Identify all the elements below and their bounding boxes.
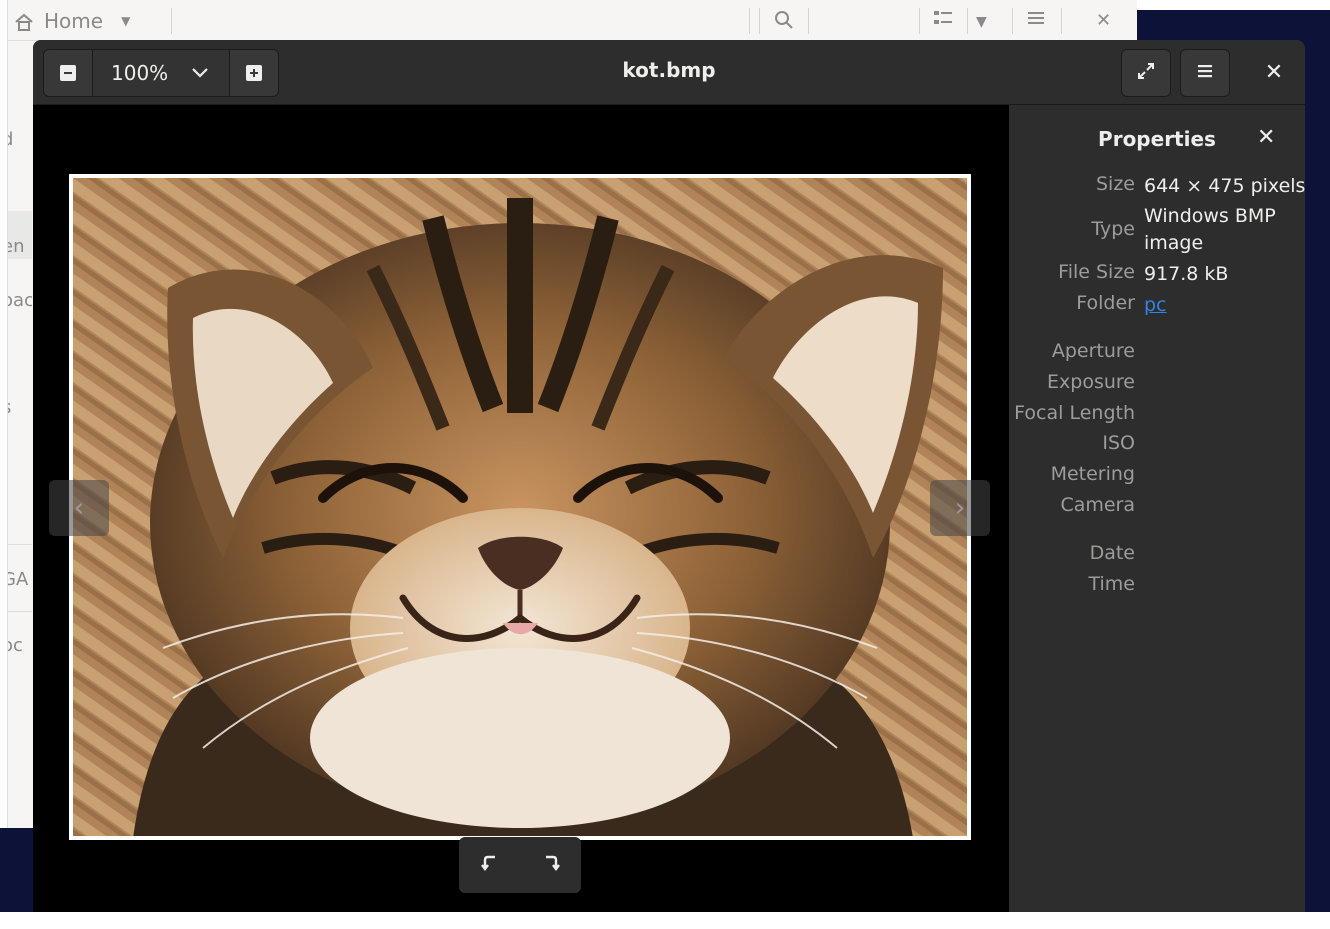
divider [808, 8, 809, 34]
property-label: Metering [1050, 463, 1135, 485]
header-bar: 100% kot.bmp ✕ [33, 40, 1305, 105]
sidebar-item-label[interactable]: s [8, 397, 11, 418]
property-label: Date [1089, 542, 1135, 564]
close-icon: ✕ [1257, 125, 1276, 150]
property-label: Time [1088, 573, 1136, 595]
image-display[interactable] [73, 178, 967, 836]
menu-icon[interactable] [1027, 10, 1045, 31]
file-manager-header: Home ▼ ▼ ✕ [8, 0, 1137, 41]
sidebar-divider [8, 544, 32, 545]
property-label: Folder [1076, 292, 1135, 314]
divider [759, 8, 760, 34]
fullscreen-button[interactable] [1121, 49, 1171, 97]
view-options-chevron-icon[interactable]: ▼ [976, 14, 987, 30]
hamburger-menu-icon [1196, 63, 1214, 83]
rotate-controls [459, 837, 581, 893]
close-window-button[interactable]: ✕ [1251, 49, 1297, 95]
property-label: Size [1095, 173, 1135, 195]
close-icon: ✕ [1264, 59, 1284, 85]
property-label: Camera [1060, 494, 1135, 516]
rotate-left-icon [480, 853, 499, 878]
property-value: Windows BMP image [1144, 205, 1276, 254]
folder-link[interactable]: pc [1144, 292, 1304, 319]
breadcrumb-home-label[interactable]: Home [44, 9, 103, 33]
property-label: ISO [1102, 432, 1135, 454]
divider [171, 8, 172, 34]
rotate-right-button[interactable] [520, 837, 581, 893]
chevron-right-icon: › [954, 493, 966, 523]
property-label: Aperture [1051, 340, 1135, 362]
divider [1061, 8, 1062, 34]
main-menu-button[interactable] [1180, 49, 1230, 97]
sidebar-item-label[interactable]: GA [8, 569, 28, 590]
next-image-button[interactable]: › [930, 480, 990, 536]
previous-image-button[interactable]: ‹ [49, 480, 109, 536]
property-label: Focal Length [1014, 402, 1135, 424]
breadcrumb[interactable]: Home ▼ [14, 6, 130, 36]
sidebar-item-label[interactable]: d [8, 129, 13, 150]
home-icon [14, 12, 34, 31]
window-title: kot.bmp [622, 58, 716, 82]
view-list-icon[interactable] [934, 10, 954, 31]
file-manager-sidebar: d en oac s GA oc [8, 41, 32, 828]
divider [919, 8, 920, 34]
screen-edge [0, 912, 1330, 929]
sidebar-item-label[interactable]: oc [8, 635, 23, 656]
chevron-down-icon[interactable]: ▼ [121, 14, 130, 28]
sidebar-item-label[interactable]: oac [8, 290, 32, 311]
property-value: 644 × 475 pixels [1144, 175, 1305, 197]
search-icon[interactable] [774, 10, 794, 35]
sidebar-item-label[interactable]: en [8, 236, 24, 257]
fullscreen-icon [1136, 61, 1156, 85]
rotate-right-icon [542, 853, 560, 878]
property-label: Exposure [1047, 371, 1135, 393]
image-border [69, 174, 971, 840]
divider [1012, 8, 1013, 34]
image-viewer-window: 100% kot.bmp ✕ ‹ › Properties ✕ Size 644… [33, 40, 1305, 912]
property-value: 917.8 kB [1144, 263, 1229, 285]
sidebar-divider [8, 611, 32, 612]
kitten-photo [73, 178, 967, 836]
close-properties-button[interactable]: ✕ [1257, 125, 1275, 150]
property-label: Type [1091, 218, 1135, 240]
divider [967, 8, 968, 34]
chevron-left-icon: ‹ [73, 493, 85, 523]
property-label: File Size [1058, 261, 1135, 283]
close-icon[interactable]: ✕ [1096, 10, 1111, 31]
properties-panel: Properties ✕ Size 644 × 475 pixels Type … [1009, 105, 1305, 912]
divider [749, 8, 750, 34]
rotate-left-button[interactable] [459, 837, 520, 893]
